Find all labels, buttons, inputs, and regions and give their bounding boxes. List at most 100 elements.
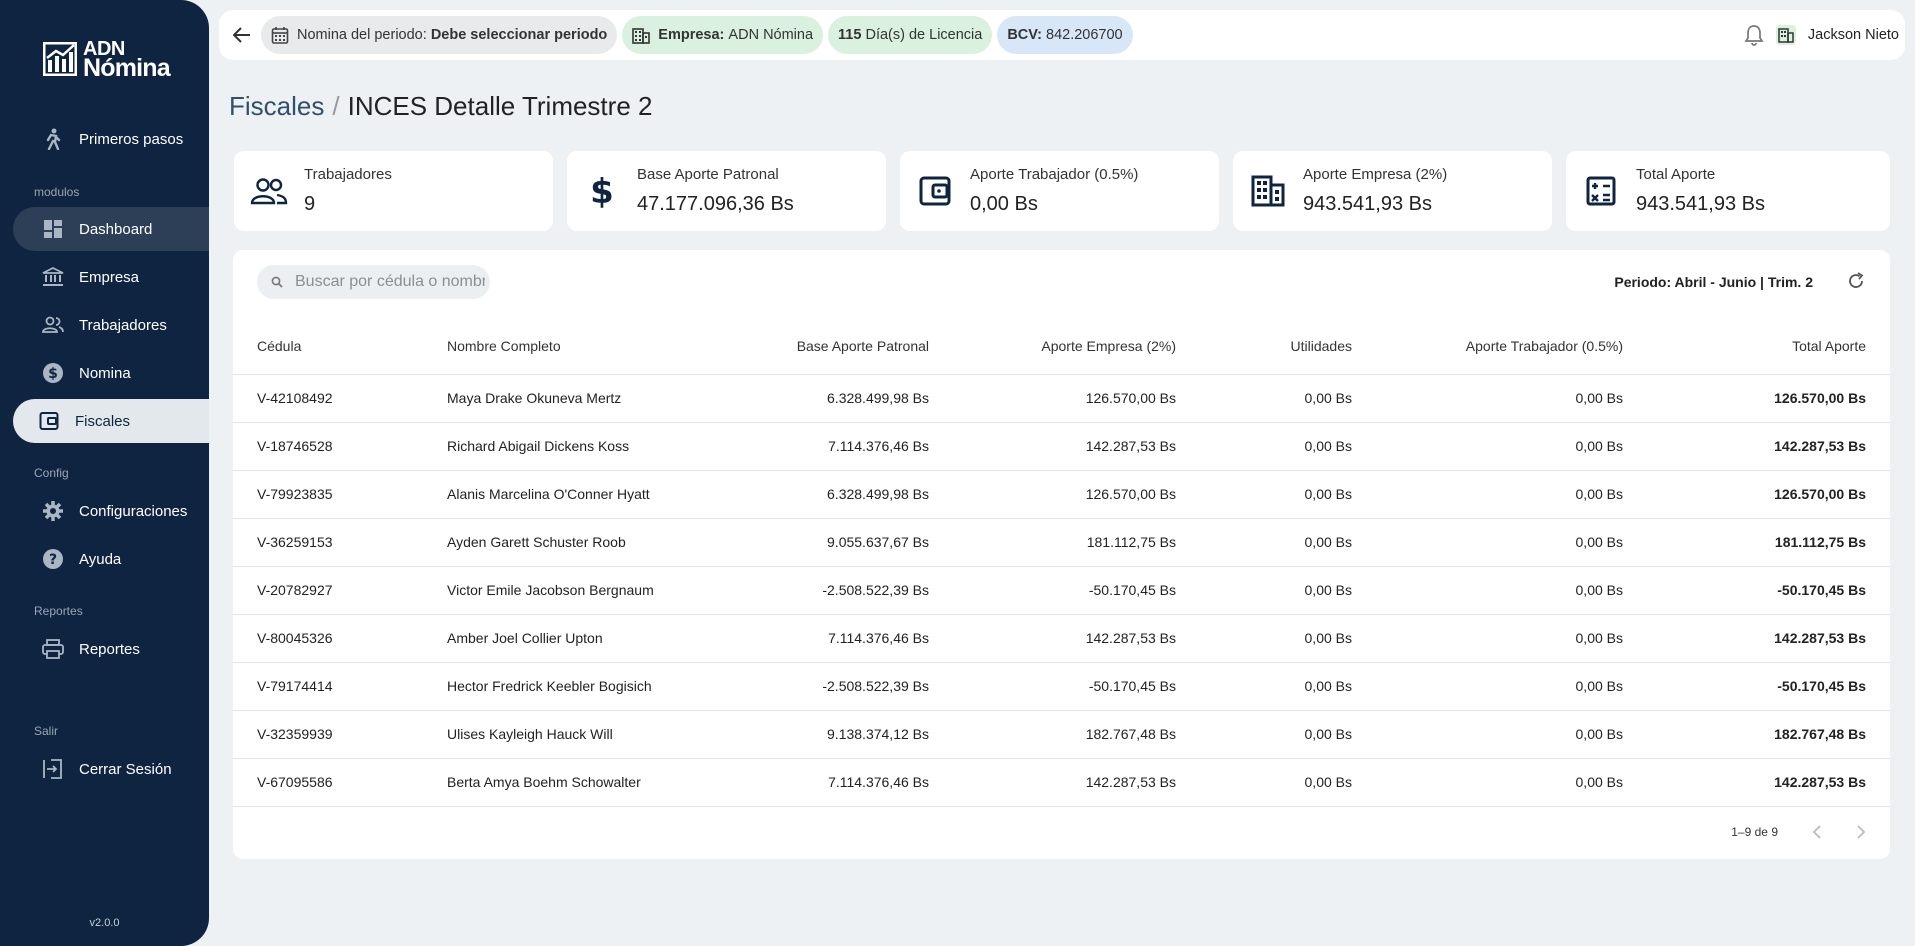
sidebar-item-cerrar-sesion[interactable]: Cerrar Sesión — [13, 747, 209, 791]
search-icon — [271, 276, 283, 288]
table-row[interactable]: V-18746528 Richard Abigail Dickens Koss … — [233, 422, 1890, 471]
pagination-label: 1–9 de 9 — [1731, 825, 1778, 839]
cell-base: 7.114.376,46 Bs — [703, 422, 953, 471]
arrow-left-icon — [233, 27, 250, 43]
cell-cedula: V-79923835 — [233, 470, 423, 519]
sidebar-item-dashboard[interactable]: Dashboard — [13, 207, 209, 251]
table-row[interactable]: V-67095586 Berta Amya Boehm Schowalter 7… — [233, 758, 1890, 807]
people-icon — [234, 177, 304, 205]
building-icon — [632, 26, 651, 44]
cell-total: 181.112,75 Bs — [1647, 518, 1890, 567]
logout-icon — [41, 757, 65, 781]
cell-total: -50.170,45 Bs — [1647, 662, 1890, 711]
stat-value: 0,00 Bs — [970, 193, 1038, 215]
chevron-right-icon[interactable] — [1856, 825, 1866, 839]
cell-aporte-trabajador: 0,00 Bs — [1376, 470, 1647, 519]
sidebar-item-nomina[interactable]: $ Nomina — [13, 351, 209, 395]
app-logo[interactable]: ADN Nómina — [43, 39, 171, 81]
search-box[interactable] — [257, 265, 490, 299]
stat-card-base: $ Base Aporte Patronal 47.177.096,36 Bs — [567, 151, 886, 231]
table-header-row: Cédula Nombre Completo Base Aporte Patro… — [233, 318, 1890, 375]
cell-aporte-empresa: 181.112,75 Bs — [953, 518, 1200, 567]
cell-nombre: Ayden Garett Schuster Roob — [423, 518, 703, 567]
cell-total: 142.287,53 Bs — [1647, 422, 1890, 471]
chart-logo-icon — [43, 42, 77, 76]
cell-base: 7.114.376,46 Bs — [703, 758, 953, 807]
table-row[interactable]: V-42108492 Maya Drake Okuneva Mertz 6.32… — [233, 374, 1890, 423]
company-chip[interactable]: Empresa: ADN Nómina — [622, 16, 824, 54]
cell-aporte-empresa: -50.170,45 Bs — [953, 566, 1200, 615]
column-header-nombre[interactable]: Nombre Completo — [423, 318, 703, 375]
user-name[interactable]: Jackson Nieto — [1808, 27, 1899, 43]
table-row[interactable]: V-79923835 Alanis Marcelina O'Conner Hya… — [233, 470, 1890, 519]
cell-aporte-trabajador: 0,00 Bs — [1376, 758, 1647, 807]
column-header-base[interactable]: Base Aporte Patronal — [703, 318, 953, 375]
company-switch-icon[interactable] — [1775, 25, 1796, 45]
chevron-left-icon[interactable] — [1812, 825, 1822, 839]
column-header-aporte-empresa[interactable]: Aporte Empresa (2%) — [953, 318, 1200, 375]
cell-aporte-empresa: 182.767,48 Bs — [953, 710, 1200, 759]
column-header-utilidades[interactable]: Utilidades — [1200, 318, 1376, 375]
sidebar-item-trabajadores[interactable]: Trabajadores — [13, 303, 209, 347]
svg-text:?: ? — [49, 552, 57, 568]
cell-utilidades: 0,00 Bs — [1200, 566, 1376, 615]
period-chip[interactable]: Nomina del periodo: Debe seleccionar per… — [261, 16, 618, 54]
table-row[interactable]: V-20782927 Victor Emile Jacobson Bergnau… — [233, 566, 1890, 615]
bcv-value: 842.206700 — [1046, 27, 1123, 43]
cell-total: 142.287,53 Bs — [1647, 758, 1890, 807]
cell-aporte-trabajador: 0,00 Bs — [1376, 374, 1647, 423]
cell-nombre: Amber Joel Collier Upton — [423, 614, 703, 663]
cell-utilidades: 0,00 Bs — [1200, 422, 1376, 471]
cell-aporte-empresa: 126.570,00 Bs — [953, 374, 1200, 423]
printer-icon — [41, 637, 65, 661]
refresh-button[interactable] — [1846, 271, 1866, 296]
cell-cedula: V-32359939 — [233, 710, 423, 759]
cell-nombre: Richard Abigail Dickens Koss — [423, 422, 703, 471]
sidebar-item-primeros-pasos[interactable]: Primeros pasos — [13, 117, 209, 161]
cell-utilidades: 0,00 Bs — [1200, 470, 1376, 519]
sidebar-item-fiscales[interactable]: Fiscales — [13, 399, 209, 443]
sidebar-item-label: Cerrar Sesión — [79, 760, 172, 778]
stat-label: Total Aporte — [1636, 166, 1716, 183]
sidebar-item-reportes[interactable]: Reportes — [13, 627, 209, 671]
wallet-icon — [900, 176, 970, 206]
section-label-modulos: modulos — [34, 185, 80, 199]
stat-label: Base Aporte Patronal — [637, 166, 779, 183]
sidebar-item-configuraciones[interactable]: Configuraciones — [13, 489, 209, 533]
column-header-cedula[interactable]: Cédula — [233, 318, 423, 375]
stat-label: Aporte Trabajador (0.5%) — [970, 166, 1139, 183]
cell-utilidades: 0,00 Bs — [1200, 710, 1376, 759]
bcv-chip[interactable]: BCV: 842.206700 — [997, 16, 1133, 54]
bell-icon[interactable] — [1744, 24, 1764, 46]
stat-value: 9 — [304, 193, 316, 215]
column-header-total[interactable]: Total Aporte — [1647, 318, 1890, 375]
license-chip[interactable]: 115 Día(s) de Licencia — [828, 16, 993, 54]
stat-label: Trabajadores — [304, 166, 392, 183]
cell-cedula: V-79174414 — [233, 662, 423, 711]
sidebar-item-label: Dashboard — [79, 220, 153, 238]
cell-nombre: Ulises Kayleigh Hauck Will — [423, 710, 703, 759]
page-heading: INCES Detalle Trimestre 2 — [347, 91, 653, 121]
sidebar-item-empresa[interactable]: Empresa — [13, 255, 209, 299]
svg-text:$: $ — [590, 173, 614, 209]
bank-icon — [41, 265, 65, 289]
search-input[interactable] — [295, 273, 485, 291]
cell-base: 6.328.499,98 Bs — [703, 374, 953, 423]
cell-utilidades: 0,00 Bs — [1200, 518, 1376, 567]
table-row[interactable]: V-80045326 Amber Joel Collier Upton 7.11… — [233, 614, 1890, 663]
dollar-circle-icon: $ — [41, 361, 65, 385]
column-header-aporte-trabajador[interactable]: Aporte Trabajador (0.5%) — [1376, 318, 1647, 375]
gear-icon — [41, 499, 65, 523]
period-label: Nomina del periodo: — [297, 27, 427, 43]
cell-cedula: V-18746528 — [233, 422, 423, 471]
back-button[interactable] — [223, 27, 261, 43]
sidebar-item-ayuda[interactable]: ? Ayuda — [13, 537, 209, 581]
section-label-config: Config — [34, 466, 69, 480]
wallet-icon — [37, 409, 61, 433]
top-bar: Nomina del periodo: Debe seleccionar per… — [219, 10, 1905, 60]
table-row[interactable]: V-79174414 Hector Fredrick Keebler Bogis… — [233, 662, 1890, 711]
table-row[interactable]: V-36259153 Ayden Garett Schuster Roob 9.… — [233, 518, 1890, 567]
breadcrumb-fiscales[interactable]: Fiscales — [229, 91, 324, 121]
cell-cedula: V-67095586 — [233, 758, 423, 807]
table-row[interactable]: V-32359939 Ulises Kayleigh Hauck Will 9.… — [233, 710, 1890, 759]
